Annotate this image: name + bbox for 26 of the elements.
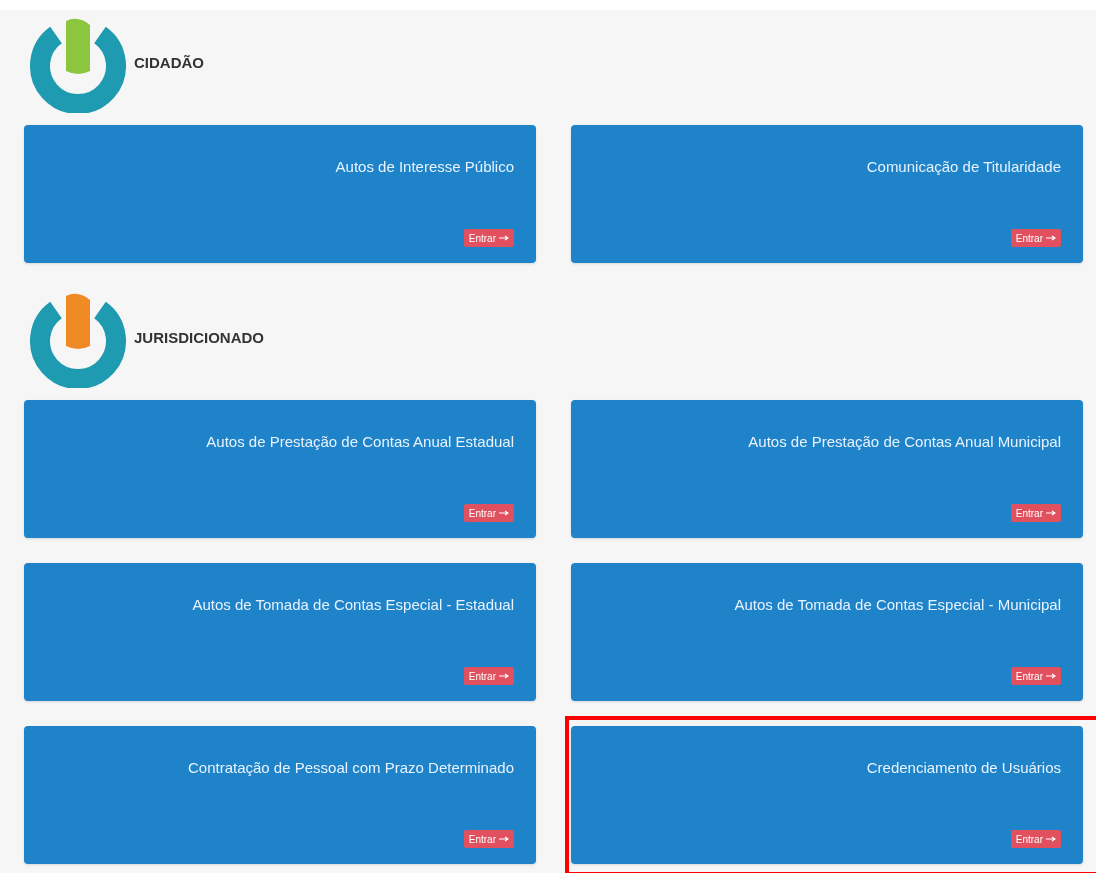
- enter-button[interactable]: Entrar: [463, 229, 514, 247]
- card-title: Autos de Tomada de Contas Especial - Estadual: [192, 595, 514, 615]
- card-title: Credenciamento de Usuários: [866, 758, 1061, 778]
- enter-button[interactable]: Entrar: [1010, 830, 1061, 848]
- arrow-icon: [1046, 836, 1056, 842]
- enter-button[interactable]: Entrar: [463, 830, 514, 848]
- arrow-icon: [1046, 673, 1056, 679]
- card-title: Autos de Prestação de Contas Anual Estadual: [206, 432, 514, 452]
- arrow-icon: [499, 836, 509, 842]
- enter-button[interactable]: Entrar: [463, 667, 514, 685]
- enter-button[interactable]: Entrar: [1010, 229, 1061, 247]
- card-title: Comunicação de Titularidade: [866, 157, 1061, 177]
- card-title: Autos de Interesse Público: [335, 157, 514, 177]
- arrow-icon: [499, 510, 509, 516]
- arrow-icon: [499, 235, 509, 241]
- section-heading: CIDADÃO: [134, 52, 204, 73]
- card-title: Contratação de Pessoal com Prazo Determinado: [188, 758, 514, 778]
- arrow-icon: [499, 673, 509, 679]
- card-title: Autos de Prestação de Contas Anual Municipal: [748, 432, 1061, 452]
- arrow-icon: [1046, 510, 1056, 516]
- enter-button[interactable]: Entrar: [1010, 504, 1061, 522]
- enter-button[interactable]: Entrar: [1010, 667, 1061, 685]
- arrow-icon: [1046, 235, 1056, 241]
- section-heading: JURISDICIONADO: [134, 327, 264, 348]
- enter-button[interactable]: Entrar: [463, 504, 514, 522]
- card-title: Autos de Tomada de Contas Especial - Municipal: [734, 595, 1061, 615]
